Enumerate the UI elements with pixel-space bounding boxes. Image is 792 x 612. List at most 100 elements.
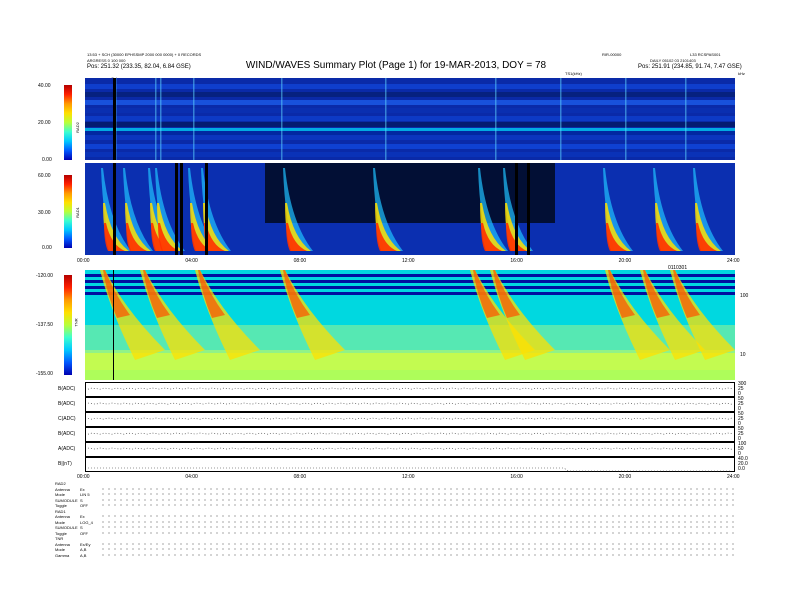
parameter-dot-row	[100, 526, 735, 528]
line-plot-label: A(ADC)	[58, 446, 76, 452]
parameter-dot-row	[100, 553, 735, 556]
bottom-xtick-label: 20:00	[618, 474, 632, 480]
rad2-band	[85, 144, 735, 149]
header-left-line1: 13:53 + SCH (30000 EPHSSMP 2000 000 0000…	[87, 52, 202, 57]
tnr-cal-line	[113, 270, 114, 380]
rad2-band	[85, 108, 735, 113]
parameter-dot-row	[100, 493, 735, 495]
parameter-row-label: Toggle	[55, 530, 67, 536]
rad2-spectrogram-svg	[85, 78, 735, 160]
tnr-ytick-1: -137.50	[36, 322, 53, 328]
parameter-row-value: S	[80, 497, 83, 503]
rad1-xtick-label: 20:00	[618, 258, 632, 264]
parameter-row-label: SUMODULE	[55, 497, 78, 503]
rad2-band	[85, 116, 735, 121]
rad2-band	[85, 152, 735, 157]
line-plot-trace	[87, 447, 733, 450]
line-plot-label: B|(nT)	[58, 461, 72, 467]
tnr-spectrogram	[85, 270, 735, 380]
rad1-ytick-2: 0.00	[42, 245, 52, 251]
parameter-dot-row	[100, 504, 735, 506]
tnr-band-line	[85, 292, 735, 295]
parameter-row-value: LOG_4	[80, 519, 93, 525]
rad1-data-gap	[113, 163, 116, 255]
rad1-colorbar	[64, 175, 72, 248]
line-plot-svg	[87, 447, 733, 450]
tnr-ytick-2: -155.00	[36, 371, 53, 377]
tnr-colorbar	[64, 275, 72, 375]
header-right-top2: L33 RCSPAS001	[690, 52, 721, 57]
line-plot-panel	[85, 397, 735, 412]
parameter-dot-row	[100, 487, 735, 490]
rad2-cal-line	[113, 78, 116, 160]
rad2-spectrogram	[85, 78, 735, 160]
line-plot-svg	[87, 387, 733, 390]
parameter-dot-row	[100, 520, 735, 523]
parameter-dot-row	[100, 515, 735, 517]
line-plot-svg	[87, 402, 733, 405]
rad2-band	[85, 92, 735, 97]
rad2-ytick-2: 0.00	[42, 157, 52, 163]
rad2-burst-streak	[495, 78, 497, 160]
rad2-burst-streak	[560, 78, 562, 160]
parameter-row-value: A,B	[80, 552, 87, 558]
parameter-row-value: A,B	[80, 547, 87, 552]
rad2-ylabel: RAD2	[74, 122, 80, 133]
line-plot-trace	[87, 417, 733, 420]
tnr-right-tick-0: 100	[740, 293, 749, 299]
parameter-dot-row	[100, 548, 735, 550]
rad1-data-gap	[175, 163, 178, 255]
bottom-xtick-label: 24:00	[727, 474, 740, 480]
rad2-burst-streak	[155, 78, 157, 160]
line-plot-svg	[87, 432, 733, 435]
line-plot-svg	[88, 467, 732, 472]
rad2-band	[85, 128, 735, 131]
tnr-ylabel: TNR	[73, 318, 79, 327]
freq-unit-label: kHz	[738, 71, 745, 76]
line-plot-panel	[85, 457, 735, 472]
parameter-row-value: Ex	[80, 514, 85, 519]
line-plot-label: B(ADC)	[58, 431, 76, 437]
tnr-band-line	[85, 274, 735, 277]
rad1-xtick-label: 00:00	[77, 258, 90, 264]
parameter-row-value: S	[80, 525, 83, 530]
rad1-xtick-label: 16:00	[510, 258, 523, 264]
line-plot-label: B(ADC)	[58, 386, 76, 392]
rad1-xtick-label: 12:00	[402, 258, 415, 264]
rad1-xtick-label: 08:00	[293, 258, 307, 264]
parameter-row-label: Antenna	[55, 486, 70, 492]
parameter-row-label: Toggle	[55, 503, 67, 508]
header-right-line: DAILY 05102 03 2101403	[650, 58, 696, 63]
parameter-row-label: Antenna	[55, 541, 70, 547]
bottom-xtick-label: 08:00	[293, 474, 307, 480]
rad1-data-gap	[515, 163, 518, 255]
line-plot-panel	[85, 427, 735, 442]
rad1-xtick-label: 24:00	[727, 258, 740, 264]
rad2-burst-streak	[281, 78, 283, 160]
rad1-ytick-1: 30.00	[38, 210, 51, 216]
parameter-row-value: Ex	[80, 486, 85, 492]
line-plot-trace	[87, 432, 733, 435]
parameter-row-label: Mode	[55, 492, 66, 497]
header-left-line2: ARGRESS 0 100 000	[87, 58, 126, 63]
tnr-right-tick-1: 10	[740, 352, 746, 358]
rad1-ytick-0: 60.00	[38, 173, 51, 179]
line-plot-trace	[87, 402, 733, 405]
parameter-dot-row	[100, 542, 735, 545]
rad2-band	[85, 135, 735, 140]
line-plot-label: C(ADC)	[58, 416, 76, 422]
parameter-row-label: Antenna	[55, 514, 70, 519]
line-plot-panel	[85, 412, 735, 427]
line-plot-trace	[87, 387, 733, 390]
parameter-dot-row	[100, 498, 735, 501]
parameter-row-value: OFF	[80, 530, 88, 536]
parameter-section-header: RAD2	[55, 481, 66, 486]
parameter-row-value: Ex/Ey	[80, 541, 91, 547]
time-label: TS1(kHz)	[565, 71, 582, 76]
tnr-band-line	[85, 280, 735, 283]
rad2-band	[85, 84, 735, 89]
rad1-xtick-label: 04:00	[185, 258, 198, 264]
tnr-ytick-0: -120.00	[36, 273, 53, 279]
tnr-bottom	[85, 370, 735, 380]
parameter-dot-row	[100, 531, 735, 534]
